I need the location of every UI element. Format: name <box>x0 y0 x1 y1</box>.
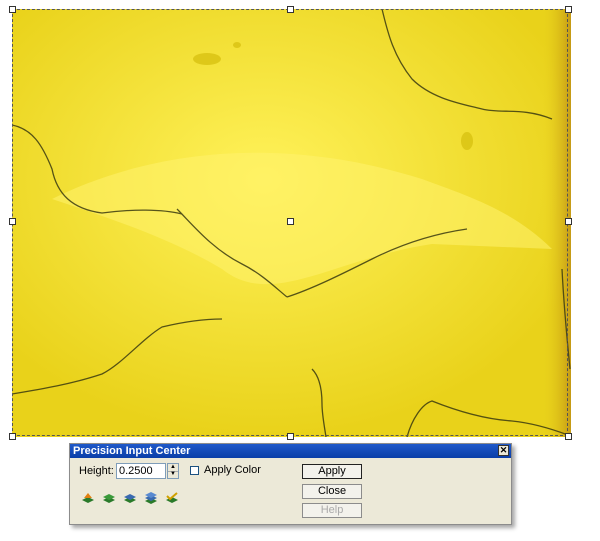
selection-handle-bottom-right[interactable] <box>565 433 572 440</box>
layer-blue-icon[interactable] <box>123 492 137 504</box>
dialog-title: Precision Input Center <box>73 445 191 457</box>
spin-down-icon[interactable]: ▼ <box>168 471 178 478</box>
dialog-titlebar[interactable]: Precision Input Center ✕ <box>70 444 511 458</box>
apply-color-checkbox[interactable] <box>190 466 199 475</box>
height-label: Height: <box>79 465 114 477</box>
selection-handle-middle-right[interactable] <box>565 218 572 225</box>
selection-handle-bottom-center[interactable] <box>287 433 294 440</box>
close-icon[interactable]: ✕ <box>498 445 509 456</box>
precision-input-dialog: Precision Input Center ✕ Height: ▲ ▼ App… <box>69 443 512 525</box>
height-input[interactable] <box>116 463 166 479</box>
selection-handle-top-right[interactable] <box>565 6 572 13</box>
selection-handle-middle-left[interactable] <box>9 218 16 225</box>
layer-stack-icon[interactable] <box>144 492 158 504</box>
selection-handle-top-left[interactable] <box>9 6 16 13</box>
layer-check-icon[interactable] <box>165 492 179 504</box>
layer-shape-icon[interactable] <box>81 492 95 504</box>
apply-button[interactable]: Apply <box>302 464 362 479</box>
selection-handle-center[interactable] <box>287 218 294 225</box>
layer-green-icon[interactable] <box>102 492 116 504</box>
height-spinner[interactable]: ▲ ▼ <box>167 463 179 479</box>
apply-color-label: Apply Color <box>204 464 261 476</box>
close-button[interactable]: Close <box>302 484 362 499</box>
selection-handle-bottom-left[interactable] <box>9 433 16 440</box>
help-button[interactable]: Help <box>302 503 362 518</box>
selection-handle-top-center[interactable] <box>287 6 294 13</box>
